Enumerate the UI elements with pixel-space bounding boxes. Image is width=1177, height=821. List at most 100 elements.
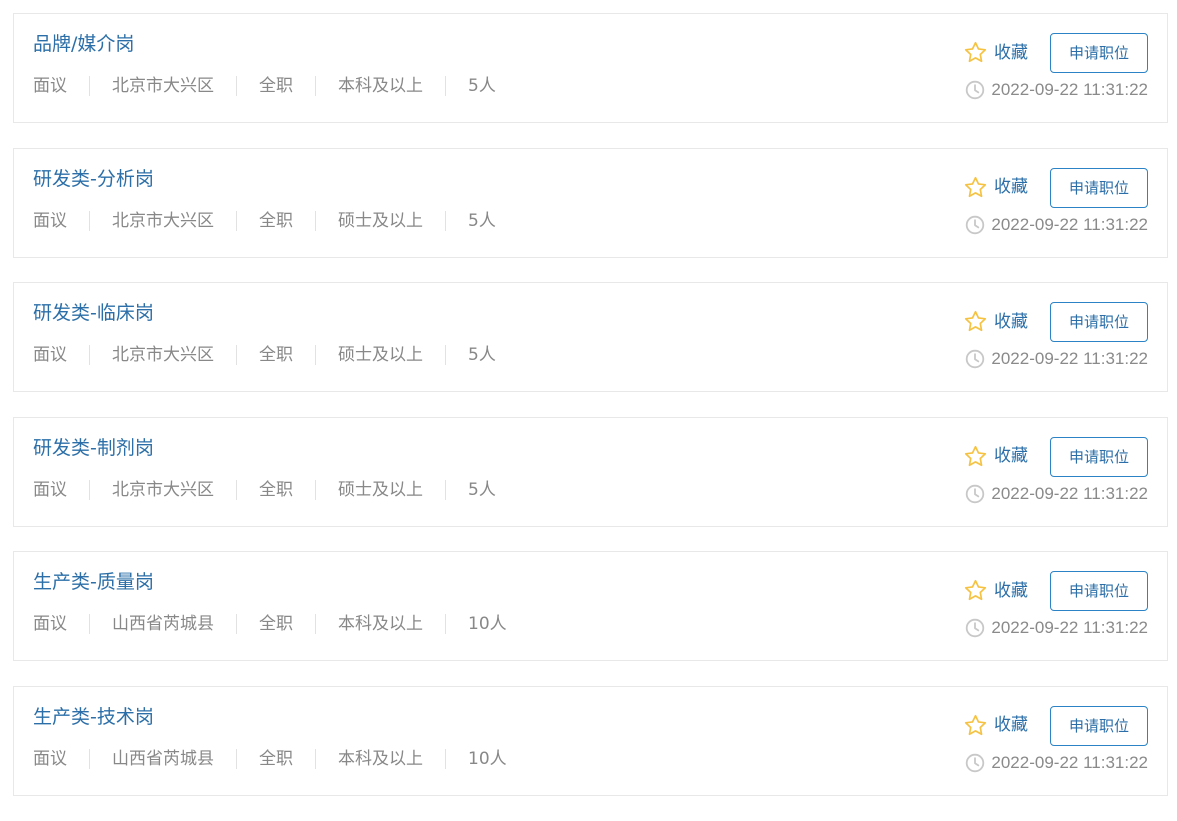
job-card: 生产类-技术岗 面议 山西省芮城县 全职 本科及以上 10人 收藏 申请职位 2… [13, 685, 1168, 796]
job-type: 全职 [259, 479, 293, 500]
meta-divider [445, 748, 446, 769]
job-education: 硕士及以上 [338, 210, 423, 231]
favorite-button[interactable]: 收藏 [963, 713, 1028, 738]
job-meta: 面议 北京市大兴区 全职 硕士及以上 5人 [33, 478, 496, 502]
post-time-text: 2022-09-22 11:31:22 [991, 80, 1148, 99]
meta-divider [89, 210, 90, 231]
post-time: 2022-09-22 11:31:22 [965, 347, 1148, 371]
meta-divider [315, 479, 316, 500]
meta-divider [236, 614, 237, 635]
star-outline-icon [964, 445, 987, 466]
job-location: 北京市大兴区 [112, 210, 214, 231]
post-time: 2022-09-22 11:31:22 [965, 213, 1148, 237]
job-salary: 面议 [33, 748, 67, 769]
job-title[interactable]: 研发类-分析岗 [33, 166, 154, 192]
job-card: 研发类-制剂岗 面议 北京市大兴区 全职 硕士及以上 5人 收藏 申请职位 20… [13, 416, 1168, 527]
job-salary: 面议 [33, 479, 67, 500]
meta-divider [315, 76, 316, 96]
job-card: 生产类-质量岗 面议 山西省芮城县 全职 本科及以上 10人 收藏 申请职位 2… [13, 551, 1168, 662]
favorite-label: 收藏 [994, 177, 1028, 198]
post-time: 2022-09-22 11:31:22 [965, 482, 1148, 506]
job-meta: 面议 山西省芮城县 全职 本科及以上 10人 [33, 747, 507, 771]
job-headcount: 10人 [468, 748, 507, 769]
apply-button[interactable]: 申请职位 [1050, 302, 1148, 343]
star-outline-icon [964, 41, 987, 63]
meta-divider [236, 76, 237, 96]
clock-icon [966, 80, 985, 100]
clock-icon [966, 619, 985, 638]
job-list: 品牌/媒介岗 面议 北京市大兴区 全职 本科及以上 5人 收藏 申请职位 202… [13, 13, 1168, 821]
job-card: 研发类-临床岗 面议 北京市大兴区 全职 硕士及以上 5人 收藏 申请职位 20… [13, 282, 1168, 393]
post-time: 2022-09-22 11:31:22 [965, 616, 1148, 640]
job-headcount: 5人 [468, 479, 496, 500]
meta-divider [236, 748, 237, 769]
job-salary: 面议 [33, 345, 67, 366]
job-location: 北京市大兴区 [112, 479, 214, 500]
job-location: 山西省芮城县 [112, 614, 214, 635]
apply-button[interactable]: 申请职位 [1050, 571, 1148, 612]
favorite-label: 收藏 [994, 311, 1028, 332]
meta-divider [236, 210, 237, 231]
clock-icon [966, 215, 985, 234]
meta-divider [315, 210, 316, 231]
meta-divider [445, 479, 446, 500]
job-title[interactable]: 研发类-临床岗 [33, 300, 154, 326]
post-time-text: 2022-09-22 11:31:22 [991, 483, 1148, 503]
post-time-text: 2022-09-22 11:31:22 [991, 214, 1148, 234]
favorite-button[interactable]: 收藏 [963, 40, 1028, 65]
job-type: 全职 [259, 345, 293, 366]
apply-button[interactable]: 申请职位 [1050, 705, 1148, 746]
star-outline-icon [964, 714, 987, 736]
job-card: 品牌/媒介岗 面议 北京市大兴区 全职 本科及以上 5人 收藏 申请职位 202… [13, 13, 1168, 123]
job-headcount: 5人 [468, 210, 496, 231]
post-time-text: 2022-09-22 11:31:22 [991, 618, 1148, 638]
star-outline-icon [964, 580, 987, 601]
meta-divider [445, 210, 446, 231]
job-salary: 面议 [33, 210, 67, 231]
meta-divider [315, 345, 316, 366]
clock-icon [966, 753, 985, 773]
favorite-label: 收藏 [994, 446, 1028, 467]
job-salary: 面议 [33, 76, 67, 96]
apply-button[interactable]: 申请职位 [1050, 167, 1148, 208]
job-education: 硕士及以上 [338, 479, 423, 500]
favorite-label: 收藏 [994, 580, 1028, 601]
job-title[interactable]: 生产类-技术岗 [33, 704, 154, 730]
job-title[interactable]: 品牌/媒介岗 [33, 31, 134, 57]
clock-icon [966, 484, 985, 503]
meta-divider [89, 76, 90, 96]
favorite-label: 收藏 [994, 715, 1028, 736]
job-headcount: 5人 [468, 345, 496, 366]
meta-divider [89, 614, 90, 635]
job-title[interactable]: 生产类-质量岗 [33, 569, 154, 595]
job-education: 本科及以上 [338, 748, 423, 769]
favorite-button[interactable]: 收藏 [963, 309, 1028, 334]
job-location: 山西省芮城县 [112, 748, 214, 769]
job-education: 硕士及以上 [338, 345, 423, 366]
meta-divider [89, 479, 90, 500]
meta-divider [315, 614, 316, 635]
apply-button[interactable]: 申请职位 [1050, 436, 1148, 477]
meta-divider [89, 748, 90, 769]
job-title[interactable]: 研发类-制剂岗 [33, 435, 154, 461]
meta-divider [89, 345, 90, 366]
post-time-text: 2022-09-22 11:31:22 [991, 349, 1148, 369]
post-time: 2022-09-22 11:31:22 [965, 751, 1148, 775]
apply-button[interactable]: 申请职位 [1050, 33, 1148, 73]
star-outline-icon [964, 176, 987, 197]
job-headcount: 5人 [468, 76, 496, 96]
favorite-button[interactable]: 收藏 [963, 444, 1028, 469]
job-location: 北京市大兴区 [112, 76, 214, 96]
clock-icon [966, 349, 985, 369]
post-time: 2022-09-22 11:31:22 [965, 78, 1148, 102]
job-meta: 面议 山西省芮城县 全职 本科及以上 10人 [33, 612, 507, 636]
meta-divider [236, 479, 237, 500]
post-time-text: 2022-09-22 11:31:22 [991, 752, 1148, 772]
favorite-button[interactable]: 收藏 [963, 175, 1028, 200]
job-type: 全职 [259, 210, 293, 231]
favorite-button[interactable]: 收藏 [963, 578, 1028, 603]
favorite-label: 收藏 [994, 42, 1028, 63]
job-headcount: 10人 [468, 614, 507, 635]
job-education: 本科及以上 [338, 614, 423, 635]
star-outline-icon [964, 311, 987, 332]
